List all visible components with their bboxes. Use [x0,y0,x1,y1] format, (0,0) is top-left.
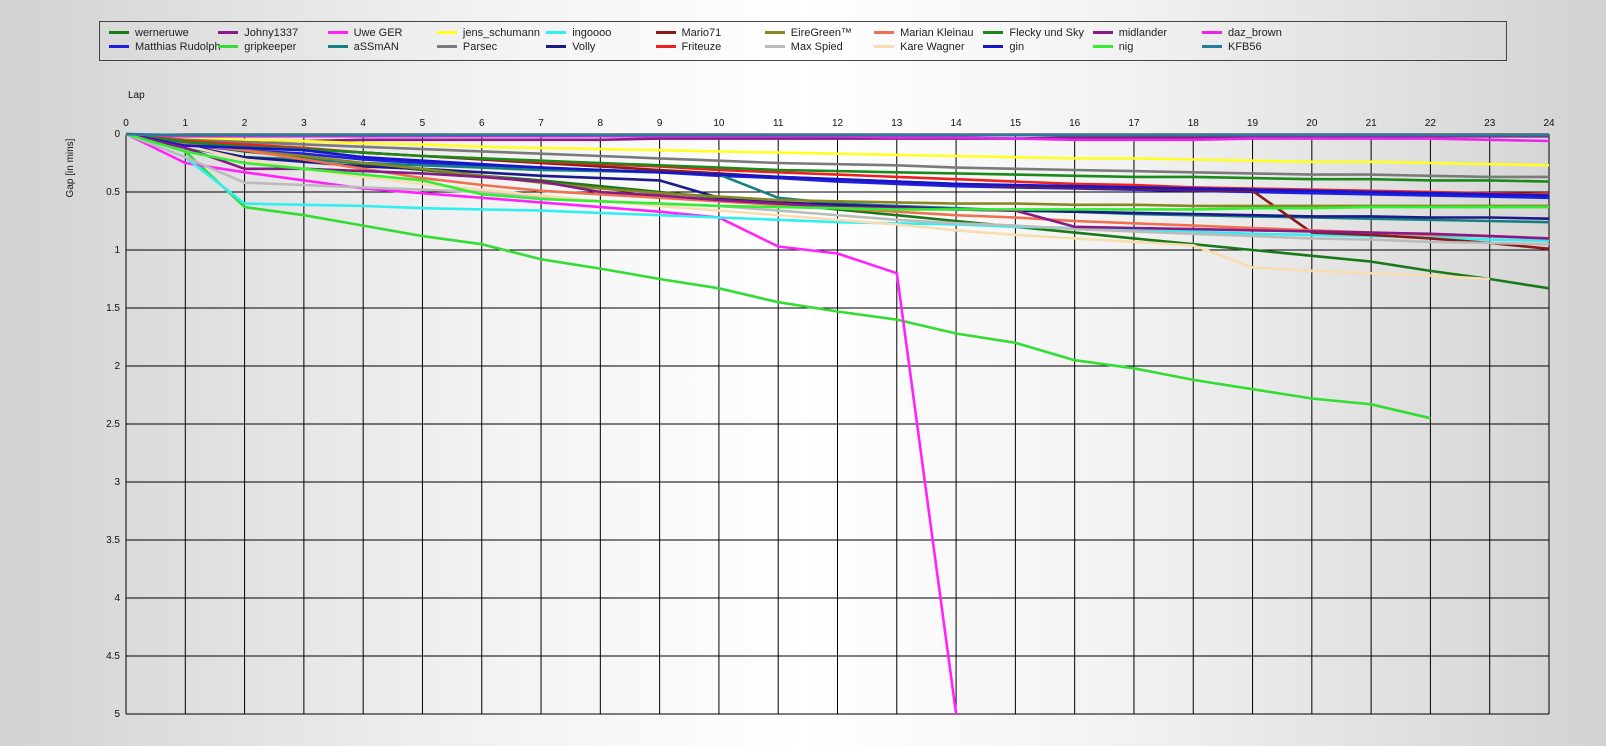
x-tick-label: 10 [713,118,725,129]
x-tick-label: 21 [1366,118,1378,129]
x-tick-label: 17 [1128,118,1140,129]
x-tick-label: 0 [123,118,129,129]
y-tick-label: 2.5 [106,419,120,430]
x-tick-label: 15 [1010,118,1022,129]
y-axis-label: Gap [in mins] [65,138,76,197]
y-tick-label: 0 [114,129,120,140]
x-tick-label: 12 [832,118,844,129]
y-tick-label: 5 [114,709,120,720]
y-tick-label: 4.5 [106,651,120,662]
x-tick-label: 16 [1069,118,1081,129]
x-tick-label: 13 [891,118,903,129]
x-tick-label: 14 [951,118,963,129]
y-tick-label: 1.5 [106,303,120,314]
x-tick-label: 9 [657,118,663,129]
x-tick-label: 3 [301,118,307,129]
y-tick-label: 3 [114,477,120,488]
x-tick-label: 22 [1425,118,1437,129]
x-tick-label: 24 [1543,118,1555,129]
x-tick-label: 19 [1247,118,1259,129]
x-tick-label: 8 [598,118,604,129]
y-tick-label: 0.5 [106,187,120,198]
y-tick-label: 3.5 [106,535,120,546]
y-tick-label: 2 [114,361,120,372]
y-tick-label: 1 [114,245,120,256]
gap-line-chart: 0 1 2 3 4 5 6 7 8 9 10 11 12 13 14 15 16 17 18 19 20 21 22 23 24… [65,90,1555,720]
x-tick-label: 11 [773,118,784,129]
x-tick-label: 4 [360,118,366,129]
x-tick-label: 23 [1484,118,1496,129]
y-tick-label: 4 [114,593,120,604]
x-tick-label: 20 [1306,118,1318,129]
series-line-kfb56 [125,132,1549,137]
x-tick-label: 18 [1188,118,1200,129]
x-tick-label: 6 [479,118,485,129]
x-tick-label: 1 [183,118,189,129]
x-tick-label: 5 [420,118,426,129]
x-tick-label: 2 [242,118,248,129]
x-tick-label: 7 [538,118,544,129]
x-axis-label: Lap [128,90,145,101]
